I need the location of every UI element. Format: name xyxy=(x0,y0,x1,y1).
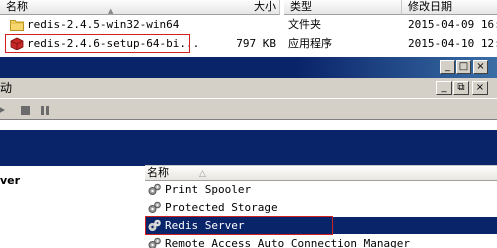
column-name-label: 名称 xyxy=(6,0,28,13)
column-header-size[interactable]: 大小 xyxy=(220,0,280,14)
file-date: 2015-04-10 12:2 xyxy=(408,37,497,50)
service-name: Remote Access Auto Connection Manager xyxy=(165,237,411,248)
extended-view-header-band xyxy=(0,130,497,166)
child-minimize-button[interactable]: _ xyxy=(436,81,452,95)
minimize-button[interactable]: _ xyxy=(440,60,455,74)
file-row-folder[interactable]: redis-2.4.5-win32-win64 文件夹 2015-04-09 1… xyxy=(0,15,497,34)
service-name: Protected Storage xyxy=(165,201,278,214)
services-list-header-name[interactable]: 名称 △ xyxy=(145,165,497,181)
service-row[interactable]: Protected Storage xyxy=(145,199,497,216)
child-restore-button[interactable]: ⧉ xyxy=(453,81,469,95)
service-name: Print Spooler xyxy=(165,183,252,196)
menu-item-action[interactable]: 动 xyxy=(0,78,12,98)
service-row[interactable]: Print Spooler xyxy=(145,181,497,198)
menu-bar: 动 xyxy=(0,78,497,98)
file-size: 797 KB xyxy=(236,37,276,50)
pause-icon[interactable] xyxy=(40,104,52,116)
child-close-button[interactable]: × xyxy=(472,81,488,95)
column-modified-label: 修改日期 xyxy=(408,0,452,13)
column-header-modified[interactable]: 修改日期 xyxy=(402,0,497,15)
annotation-highlight-box xyxy=(5,34,190,53)
maximize-button[interactable]: □ xyxy=(456,60,471,74)
toolbar xyxy=(0,98,497,120)
file-date: 2015-04-09 16:2 xyxy=(408,18,497,31)
file-type: 应用程序 xyxy=(288,37,332,50)
list-header-label: 名称 xyxy=(147,166,169,179)
sort-ascending-icon: △ xyxy=(199,169,206,179)
gear-icon xyxy=(148,201,161,213)
file-name: redis-2.4.5-win32-win64 xyxy=(27,18,180,31)
play-icon[interactable] xyxy=(0,104,12,116)
service-row[interactable]: Remote Access Auto Connection Manager xyxy=(145,235,497,248)
file-type: 文件夹 xyxy=(288,18,321,31)
folder-icon xyxy=(10,20,24,31)
close-button[interactable]: × xyxy=(473,60,488,74)
services-window: _ □ × 动 _ ⧉ × ver 名称 △ Print Spooler Pro… xyxy=(0,57,497,248)
column-header-type[interactable]: 类型 xyxy=(284,0,402,15)
annotation-highlight-box xyxy=(145,216,333,235)
stop-icon[interactable] xyxy=(20,104,32,116)
column-type-label: 类型 xyxy=(290,0,312,13)
gear-icon xyxy=(148,183,161,195)
window-title-bar[interactable]: _ □ × xyxy=(0,57,497,78)
gear-icon xyxy=(148,237,161,248)
explorer-file-list: 名称 ▲ 大小 类型 修改日期 redis-2.4.5-win32-win64 … xyxy=(0,0,497,57)
selected-service-title: ver xyxy=(0,174,21,187)
